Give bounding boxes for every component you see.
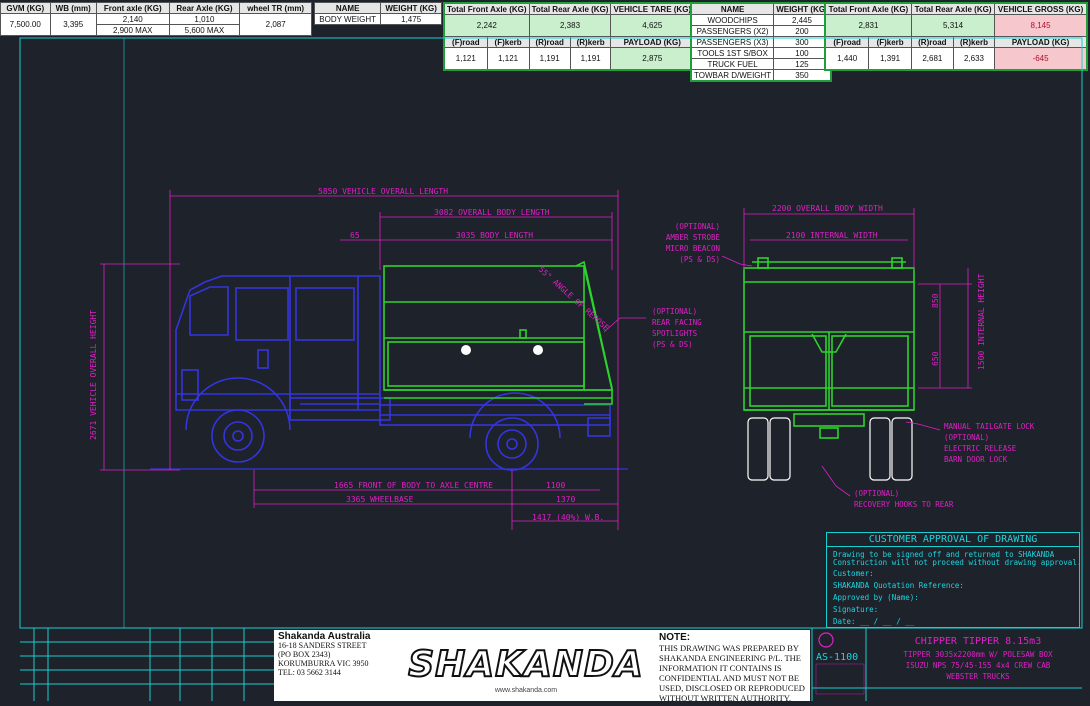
callout-recovery-hooks: (OPTIONAL) RECOVERY HOOKS TO REAR	[854, 489, 954, 509]
svg-text:(OPTIONAL): (OPTIONAL)	[854, 489, 899, 498]
quotation-reference-field[interactable]: SHAKANDA Quotation Reference:	[833, 581, 964, 590]
rear-view: 2200 OVERALL BODY WIDTH 2100 INTERNAL WI…	[603, 204, 986, 497]
customer-field[interactable]: Customer:	[833, 569, 874, 578]
logo-wordmark: SHAKANDA	[408, 644, 644, 685]
drawing-client: WEBSTER TRUCKS	[946, 672, 1010, 681]
svg-text:(OPTIONAL): (OPTIONAL)	[944, 433, 989, 442]
dim-850: 850	[931, 293, 940, 308]
svg-text:(OPTIONAL): (OPTIONAL)	[675, 222, 720, 231]
dim-650: 650	[931, 351, 940, 366]
tipper-body	[383, 260, 614, 405]
company-pobox: (PO BOX 2343)	[278, 650, 331, 659]
tipper-rear	[743, 257, 915, 439]
signature-field[interactable]: Signature:	[833, 605, 878, 614]
company-tel: TEL: 03 5662 3144	[278, 668, 341, 677]
dim-body-length: 3035 BODY LENGTH	[456, 231, 533, 240]
drawing-logo-icon	[818, 632, 834, 648]
callout-tailgate-lock: MANUAL TAILGATE LOCK (OPTIONAL) ELECTRIC…	[944, 422, 1035, 464]
dim-1370: 1370	[556, 495, 575, 504]
spotlight-icon	[461, 345, 471, 355]
dim-internal-width: 2100 INTERNAL WIDTH	[786, 231, 878, 240]
dim-angle-of-repose: 55° ANGLE OF REPOSE	[537, 265, 611, 333]
dim-offset: 65	[350, 231, 360, 240]
truck-chassis	[379, 392, 611, 471]
drawing-id-panel: AS-1100 CHIPPER TIPPER 8.15m3 TIPPER 303…	[815, 632, 1053, 695]
side-dimension-text: 5850 VEHICLE OVERALL LENGTH 3082 OVERALL…	[89, 187, 611, 522]
company-address: Shakanda Australia 16-18 SANDERS STREET …	[274, 630, 396, 701]
svg-text:(PS & DS): (PS & DS)	[679, 255, 720, 264]
side-dimensions	[100, 190, 619, 530]
approval-instruction: Construction will not proceed without dr…	[833, 558, 1082, 567]
svg-text:MANUAL TAILGATE LOCK: MANUAL TAILGATE LOCK	[944, 422, 1035, 431]
dim-1100: 1100	[546, 481, 565, 490]
dim-overall-body-length: 3082 OVERALL BODY LENGTH	[434, 208, 550, 217]
date-field[interactable]: Date: __ / __ / __	[833, 617, 914, 626]
rear-dimension-text: 2200 OVERALL BODY WIDTH 2100 INTERNAL WI…	[772, 204, 986, 370]
callout-spotlights: (OPTIONAL) REAR FACING SPOTLIGHTS (PS & …	[652, 307, 702, 349]
dim-rear-overhang: 1417 (40%) W.B.	[532, 513, 604, 522]
approval-title: CUSTOMER APPROVAL OF DRAWING	[827, 533, 1079, 547]
drawing-title: CHIPPER TIPPER 8.15m3	[915, 636, 1041, 647]
confidentiality-note: NOTE: THIS DRAWING WAS PREPARED BY SHAKA…	[656, 630, 810, 701]
drawing-code: AS-1100	[816, 652, 858, 663]
side-view: 5850 VEHICLE OVERALL LENGTH 3082 OVERALL…	[89, 187, 628, 530]
dim-overall-height: 2671 VEHICLE OVERALL HEIGHT	[89, 310, 98, 440]
stamp-block	[815, 663, 865, 695]
svg-text:ELECTRIC RELEASE: ELECTRIC RELEASE	[944, 444, 1017, 453]
svg-text:(OPTIONAL): (OPTIONAL)	[652, 307, 697, 316]
spotlight-icon	[533, 345, 543, 355]
company-city: KORUMBURRA VIC 3950	[278, 659, 369, 668]
note-title: NOTE:	[659, 632, 691, 643]
dim-overall-width: 2200 OVERALL BODY WIDTH	[772, 204, 883, 213]
dim-wheelbase: 3365 WHEELBASE	[346, 495, 414, 504]
rear-dimensions	[603, 208, 972, 497]
drawing-subtitle: TIPPER 3035x2200mm W/ POLESAW BOX	[903, 650, 1052, 659]
drawing-identification: AS-1100 CHIPPER TIPPER 8.15m3 TIPPER 303…	[812, 630, 1090, 701]
svg-text:SPOTLIGHTS: SPOTLIGHTS	[652, 329, 698, 338]
truck-cab	[175, 275, 391, 463]
svg-text:MICRO BEACON: MICRO BEACON	[666, 244, 720, 253]
svg-text:BARN DOOR LOCK: BARN DOOR LOCK	[944, 455, 1008, 464]
company-website: www.shakanda.com	[494, 687, 557, 694]
company-logo: SHAKANDA www.shakanda.com	[396, 630, 656, 701]
drawing-vehicle: ISUZU NPS 75/45-155 4x4 CREW CAB	[906, 661, 1051, 670]
approved-by-field[interactable]: Approved by (Name):	[833, 593, 919, 602]
svg-text:REAR FACING: REAR FACING	[652, 318, 702, 327]
company-street: 16-18 SANDERS STREET	[278, 641, 367, 650]
dim-internal-height: 1500 INTERNAL HEIGHT	[977, 273, 986, 370]
svg-text:(PS & DS): (PS & DS)	[652, 340, 693, 349]
svg-text:RECOVERY HOOKS TO REAR: RECOVERY HOOKS TO REAR	[854, 500, 954, 509]
dim-front-to-axle: 1665 FRONT OF BODY TO AXLE CENTRE	[334, 481, 493, 490]
svg-text:AMBER STROBE: AMBER STROBE	[666, 233, 721, 242]
dim-overall-length: 5850 VEHICLE OVERALL LENGTH	[318, 187, 448, 196]
logo-image: SHAKANDA www.shakanda.com	[407, 643, 644, 694]
note-text: THIS DRAWING WAS PREPARED BY SHAKANDA EN…	[659, 643, 805, 701]
callout-amber-strobe: (OPTIONAL) AMBER STROBE MICRO BEACON (PS…	[666, 222, 721, 264]
customer-approval-box: CUSTOMER APPROVAL OF DRAWING Drawing to …	[826, 532, 1082, 628]
